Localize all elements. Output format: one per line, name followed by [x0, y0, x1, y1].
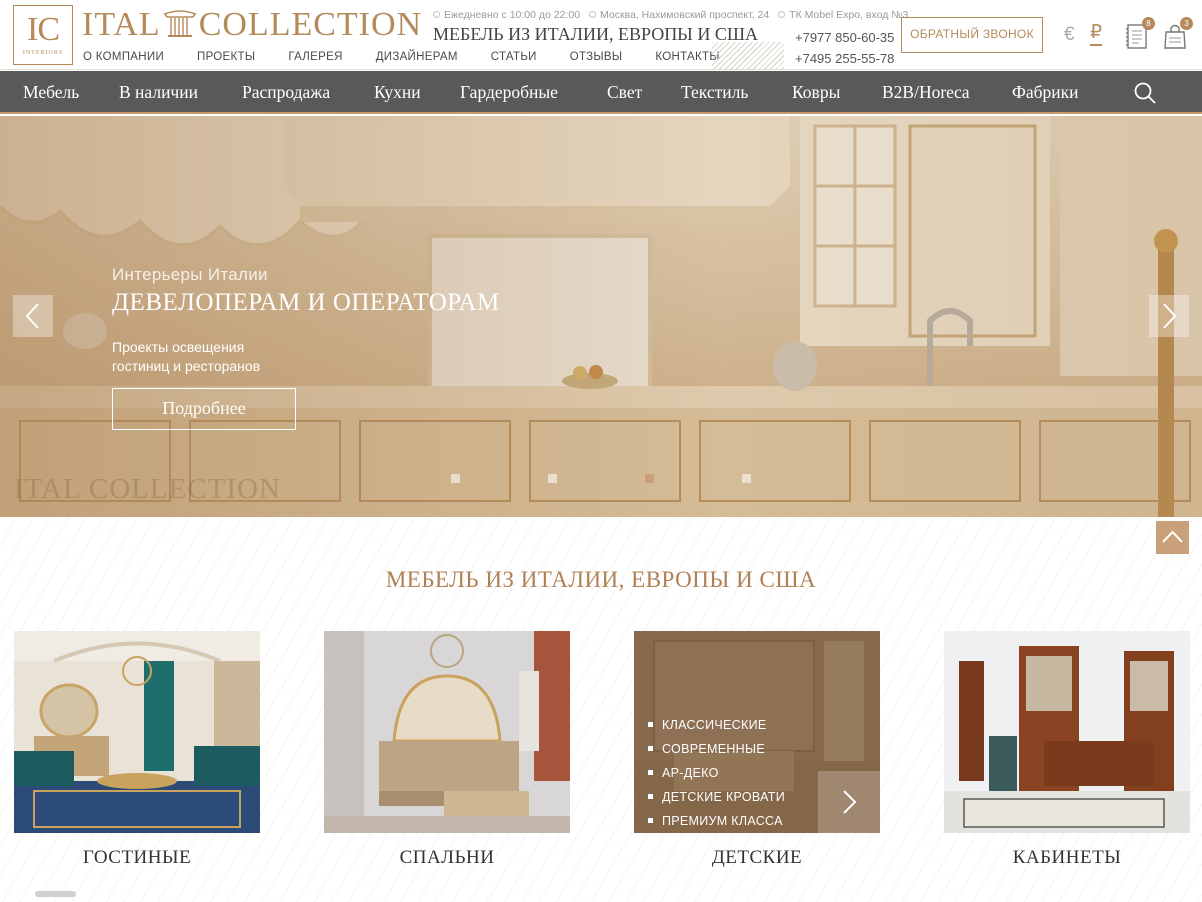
hero-slider: Интерьеры Италии ДЕВЕЛОПЕРАМ И ОПЕРАТОРА… — [0, 116, 1202, 517]
menu-sale[interactable]: Распродажа — [242, 71, 330, 114]
phones: +7977 850-60-35 +7495 255-55-78 — [795, 27, 894, 69]
nav-projects[interactable]: ПРОЕКТЫ — [197, 51, 255, 63]
brand-left: ITAL — [82, 6, 161, 43]
top-nav: О КОМПАНИИ ПРОЕКТЫ ГАЛЕРЕЯ ДИЗАЙНЕРАМ СТ… — [83, 51, 753, 63]
hero-more-button[interactable]: Подробнее — [112, 388, 296, 430]
clock-icon — [433, 11, 440, 18]
category-label-study[interactable]: КАБИНЕТЫ — [944, 847, 1190, 869]
menu-in-stock[interactable]: В наличии — [119, 71, 198, 114]
logo[interactable]: IC INTERIORS — [13, 5, 73, 65]
main-menu: Мебель В наличии Распродажа Кухни Гардер… — [0, 71, 1202, 114]
slider-dot[interactable] — [742, 474, 751, 483]
hero-title: ДЕВЕЛОПЕРАМ И ОПЕРАТОРАМ — [112, 289, 500, 316]
hero-description: Проекты освещения гостиниц и ресторанов — [112, 338, 260, 376]
chevron-right-icon — [1163, 303, 1177, 329]
menu-furniture[interactable]: Мебель — [23, 71, 79, 114]
header-tagline: МЕБЕЛЬ ИЗ ИТАЛИИ, ЕВРОПЫ И США — [433, 24, 759, 44]
phone-landline[interactable]: +7495 255-55-78 — [795, 48, 894, 69]
search-icon[interactable] — [1133, 81, 1157, 105]
menu-kitchens[interactable]: Кухни — [374, 71, 421, 114]
logo-subtext: INTERIORS — [22, 50, 64, 56]
kids-next-button[interactable] — [818, 771, 880, 833]
category-card-study[interactable] — [944, 631, 1190, 833]
cart-button[interactable]: 3 — [1163, 17, 1193, 52]
info-hours: Ежедневно с 10:00 до 22:00 — [433, 9, 580, 21]
nav-articles[interactable]: СТАТЬИ — [491, 51, 537, 63]
menu-b2b[interactable]: B2B/Horeca — [882, 71, 969, 114]
menu-lighting[interactable]: Свет — [607, 71, 642, 114]
callback-button[interactable]: ОБРАТНЫЙ ЗВОНОК — [901, 17, 1043, 53]
bedroom-image — [324, 631, 570, 833]
nav-contacts[interactable]: КОНТАКТЫ — [655, 51, 719, 63]
logo-text: IC — [27, 11, 60, 48]
category-label-bedroom[interactable]: СПАЛЬНИ — [324, 847, 570, 869]
column-icon — [163, 10, 196, 37]
brand-right: COLLECTION — [198, 6, 423, 43]
kids-style-item[interactable]: ДЕТСКИЕ КРОВАТИ — [648, 785, 785, 809]
nav-reviews[interactable]: ОТЗЫВЫ — [570, 51, 623, 63]
wishlist-count: 8 — [1142, 17, 1155, 30]
living-room-image — [14, 631, 260, 833]
slider-prev-button[interactable] — [13, 295, 53, 337]
slider-dot[interactable] — [645, 474, 654, 483]
menu-wardrobes[interactable]: Гардеробные — [460, 71, 558, 114]
chevron-right-icon — [843, 790, 857, 814]
horizontal-scrollbar[interactable] — [35, 891, 76, 897]
location-icon — [588, 11, 596, 18]
nav-designers[interactable]: ДИЗАЙНЕРАМ — [376, 51, 458, 63]
slider-next-button[interactable] — [1149, 295, 1189, 337]
category-label-kids[interactable]: ДЕТСКИЕ — [634, 847, 880, 869]
hero-watermark: ITAL COLLECTION — [14, 473, 281, 505]
hero-desc-line2: гостиниц и ресторанов — [112, 358, 261, 374]
site-header: IC INTERIORS ITAL COLLECTION О КОМПАНИИ П… — [0, 0, 1202, 70]
slider-dot[interactable] — [548, 474, 557, 483]
category-card-bedroom[interactable] — [324, 631, 570, 833]
chevron-up-icon — [1162, 530, 1183, 543]
slider-dot[interactable] — [451, 474, 460, 483]
currency-rub[interactable]: ₽ — [1090, 23, 1103, 46]
currency-eur[interactable]: € — [1064, 24, 1075, 46]
info-address: Москва, Нахимовский проспект, 24 — [588, 9, 769, 21]
nav-gallery[interactable]: ГАЛЕРЕЯ — [288, 51, 342, 63]
entrance-icon — [778, 11, 786, 18]
decorative-hatch — [712, 42, 784, 70]
category-label-living[interactable]: ГОСТИНЫЕ — [14, 847, 260, 869]
section-title: МЕБЕЛЬ ИЗ ИТАЛИИ, ЕВРОПЫ И США — [385, 567, 817, 592]
store-info: Ежедневно с 10:00 до 22:00 Москва, Нахим… — [433, 9, 914, 21]
menu-carpets[interactable]: Ковры — [792, 71, 840, 114]
study-room-image — [944, 631, 1190, 833]
chevron-left-icon — [25, 303, 39, 329]
kids-style-item[interactable]: ПРЕМИУМ КЛАССА — [648, 809, 785, 833]
kids-style-item[interactable]: АР-ДЕКО — [648, 761, 785, 785]
cart-count: 3 — [1180, 17, 1193, 30]
category-card-living[interactable] — [14, 631, 260, 833]
menu-factories[interactable]: Фабрики — [1012, 71, 1078, 114]
info-entrance: ТК Mobel Expo, вход №3 — [778, 9, 908, 21]
kids-style-item[interactable]: СОВРЕМЕННЫЕ — [648, 737, 785, 761]
kids-styles-list: КЛАССИЧЕСКИЕ СОВРЕМЕННЫЕ АР-ДЕКО ДЕТСКИЕ… — [648, 713, 785, 833]
hero-desc-line1: Проекты освещения — [112, 339, 245, 355]
categories-section: МЕБЕЛЬ ИЗ ИТАЛИИ, ЕВРОПЫ И США ГОСТИНЫЕ — [0, 517, 1202, 902]
menu-textile[interactable]: Текстиль — [681, 71, 748, 114]
nav-about[interactable]: О КОМПАНИИ — [83, 51, 164, 63]
kids-style-item[interactable]: КЛАССИЧЕСКИЕ — [648, 713, 785, 737]
hero-subtitle: Интерьеры Италии — [112, 265, 268, 284]
scroll-top-button[interactable] — [1156, 521, 1189, 554]
phone-mobile[interactable]: +7977 850-60-35 — [795, 27, 894, 48]
brand-name[interactable]: ITAL COLLECTION — [82, 5, 422, 45]
wishlist-button[interactable]: 8 — [1125, 17, 1155, 52]
